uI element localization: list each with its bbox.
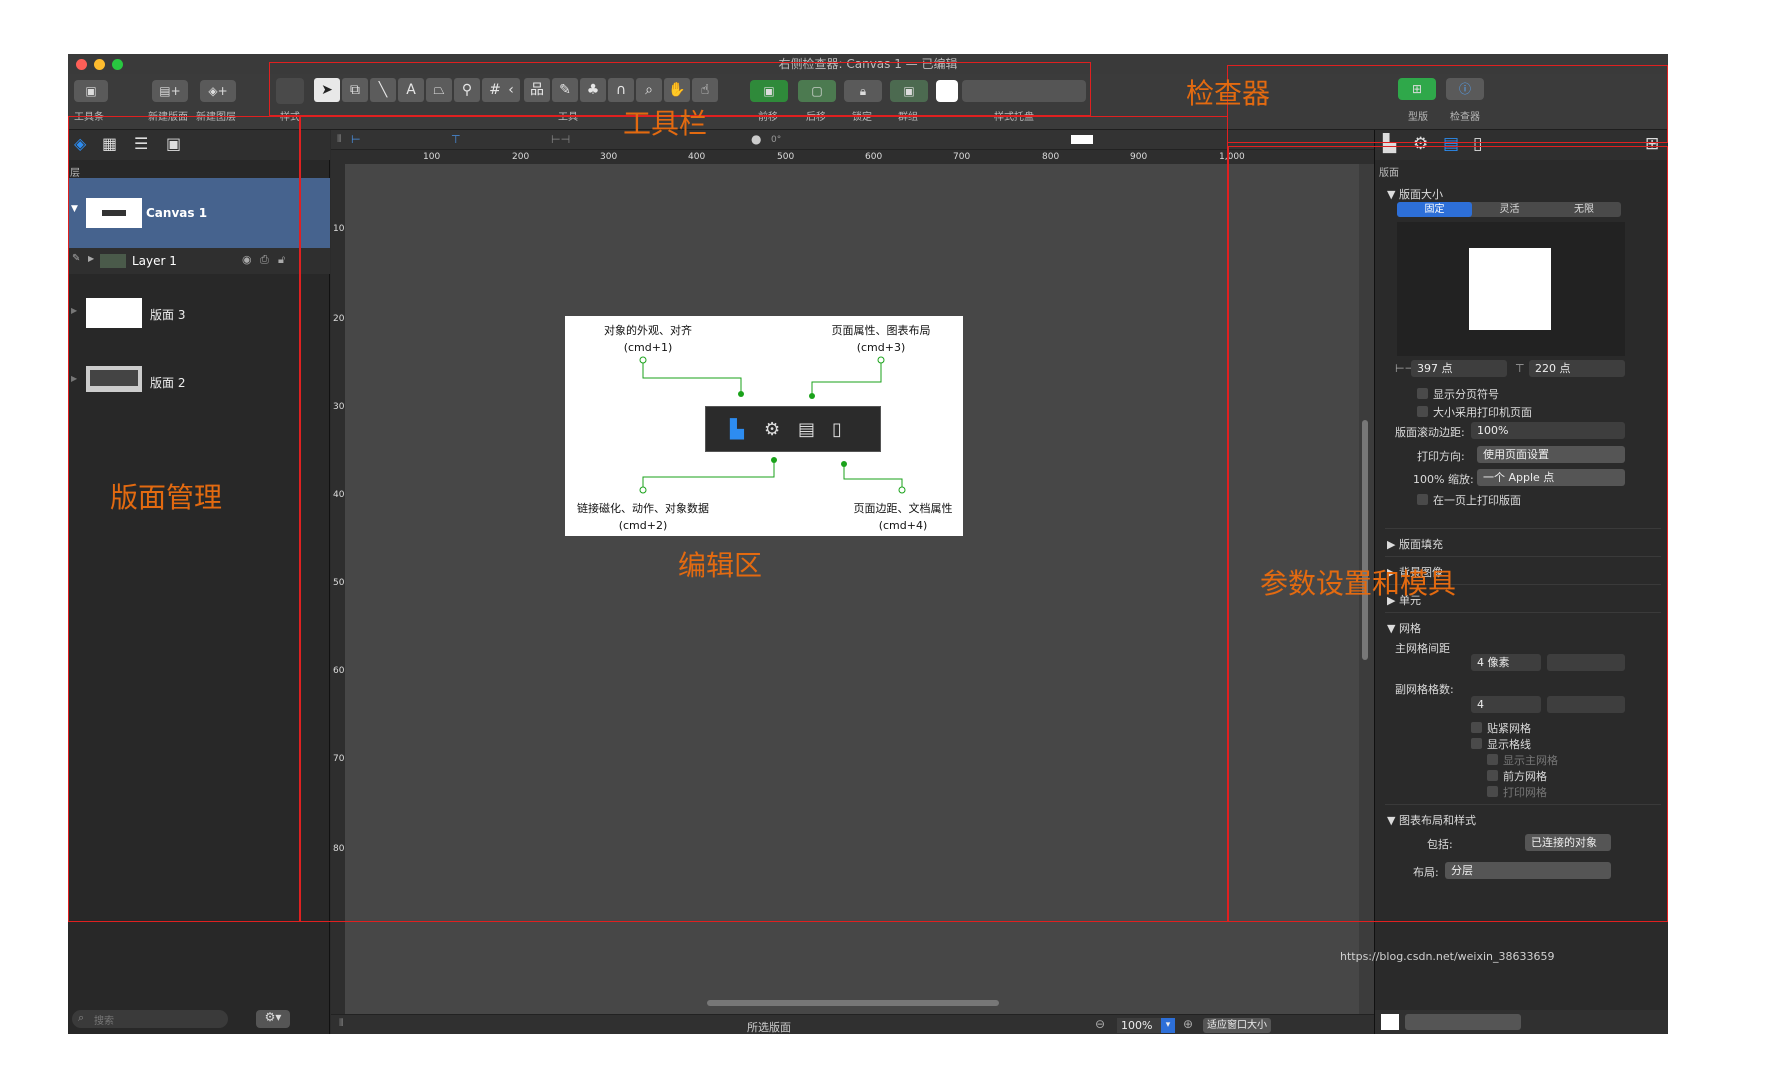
minimize-window-button[interactable] <box>94 59 105 70</box>
label-canvas-mgmt: 版面管理 <box>110 481 223 514</box>
zoom-window-button[interactable] <box>112 59 123 70</box>
layers-icon: ◈+ <box>208 84 228 98</box>
style-tray[interactable] <box>1405 1014 1521 1030</box>
selection-status: 所选版面 <box>747 1021 791 1034</box>
horizontal-scrollbar[interactable] <box>707 1000 999 1006</box>
frame-sidebar <box>68 116 300 922</box>
label-inspector: 检查器 <box>1186 77 1271 110</box>
label-edit-area: 编辑区 <box>678 549 763 582</box>
search-field[interactable]: ⌕ 搜索 <box>72 1010 228 1028</box>
close-window-button[interactable] <box>76 59 87 70</box>
zoom-in-icon[interactable]: ⊕ <box>1183 1017 1193 1031</box>
bar-handle-icon: ⦀ <box>339 1018 344 1029</box>
zoom-value: 100% <box>1121 1019 1153 1032</box>
status-bar: ⦀ 所选版面 ⊖ 100% ▾ ⊕ 适应窗口大小 <box>331 1014 1374 1034</box>
frame-editor <box>300 116 1228 922</box>
gear-menu-button[interactable]: ⚙▾ <box>256 1010 290 1028</box>
gear-icon: ⚙▾ <box>264 1010 282 1024</box>
fill-swatch[interactable] <box>1381 1014 1399 1030</box>
label-params: 参数设置和模具 <box>1260 567 1457 600</box>
zoom-select[interactable]: 100% ▾ <box>1117 1018 1175 1033</box>
inspector-footer <box>1375 1010 1668 1034</box>
label-toolbar: 工具栏 <box>623 107 708 140</box>
toolstrip-button[interactable]: ▣ <box>74 80 108 102</box>
frame-params <box>1228 146 1668 922</box>
new-layer-button[interactable]: ◈+ <box>200 80 236 102</box>
sidebar-icon: ▣ <box>85 84 97 98</box>
search-icon: ⌕ <box>78 1011 85 1024</box>
frame-inspector <box>1227 65 1668 143</box>
new-canvas-button[interactable]: ▤+ <box>152 80 188 102</box>
watermark: https://blog.csdn.net/weixin_38633659 <box>1340 950 1555 963</box>
zoom-out-icon[interactable]: ⊖ <box>1095 1017 1105 1031</box>
chevron-down-icon: ▾ <box>1161 1018 1175 1033</box>
search-placeholder: 搜索 <box>94 1016 114 1027</box>
new-canvas-icon: ▤+ <box>159 84 181 98</box>
fit-window-button[interactable]: 适应窗口大小 <box>1203 1018 1271 1033</box>
